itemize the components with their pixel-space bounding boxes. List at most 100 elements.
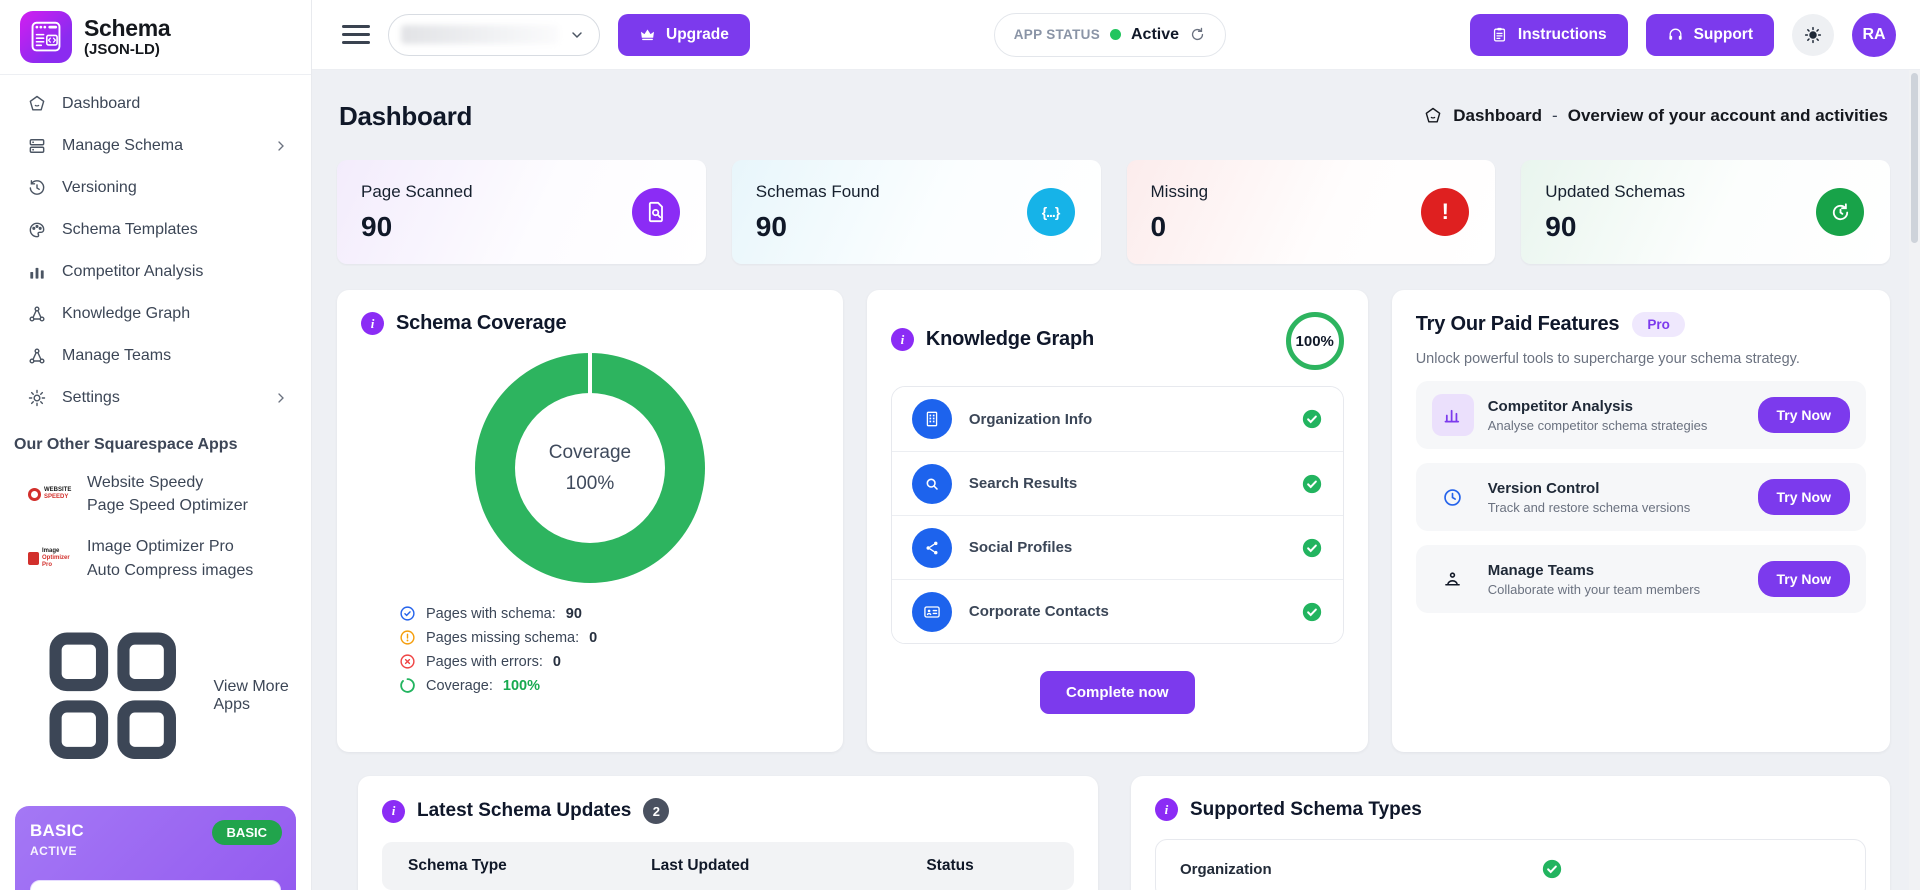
knowledge-graph-header: i Knowledge Graph 100%	[891, 312, 1344, 370]
image-optimizer-logo: ImageOptimizer Pro	[28, 548, 74, 569]
supported-type-label: Organization	[1180, 861, 1272, 878]
paid-features-subtitle: Unlock powerful tools to supercharge you…	[1416, 351, 1866, 367]
schema-coverage-header: i Schema Coverage	[361, 312, 819, 335]
store-select-dropdown[interactable]	[388, 14, 600, 56]
stat-label: Schemas Found	[756, 182, 1077, 202]
page-scrollbar[interactable]	[1909, 70, 1920, 890]
sidebar-item-versioning[interactable]: Versioning	[0, 167, 311, 209]
stat-label: Missing	[1151, 182, 1472, 202]
sidebar-item-manage-teams[interactable]: Manage Teams	[0, 335, 311, 377]
instructions-button[interactable]: Instructions	[1470, 14, 1628, 56]
kg-item-search-results[interactable]: Search Results	[892, 451, 1343, 515]
coverage-donut-wrap: Coverage 100%	[361, 353, 819, 583]
share-icon	[912, 528, 952, 568]
upgrade-button[interactable]: Upgrade	[618, 14, 750, 56]
support-button[interactable]: Support	[1646, 14, 1774, 56]
stat-label: Page Scanned	[361, 182, 682, 202]
sidebar-section-label: Our Other Squarespace Apps	[0, 419, 311, 462]
info-icon[interactable]: i	[891, 328, 914, 351]
app-link-label: Website SpeedyPage Speed Optimizer	[87, 471, 248, 517]
sidebar-item-settings[interactable]: Settings	[0, 377, 311, 419]
page-scan-icon	[632, 188, 680, 236]
latest-updates-title: Latest Schema Updates	[417, 800, 631, 822]
app-status-label: APP STATUS	[1014, 27, 1100, 42]
pro-badge: Pro	[1632, 312, 1685, 337]
paid-features-title: Try Our Paid Features	[1416, 313, 1620, 336]
crown-icon	[639, 26, 656, 43]
refresh-icon	[1816, 188, 1864, 236]
app-link-label: Image Optimizer ProAuto Compress images	[87, 535, 253, 581]
feature-desc: Track and restore schema versions	[1488, 500, 1691, 515]
try-now-button[interactable]: Try Now	[1758, 397, 1850, 433]
legend-pages-with-schema: Pages with schema:90	[399, 605, 819, 622]
support-label: Support	[1694, 26, 1753, 44]
website-speedy-logo: WEBSITESPEEDY	[28, 487, 74, 501]
supported-type-organization: Organization	[1180, 840, 1841, 890]
history-icon	[27, 178, 47, 198]
upgrade-plan-button[interactable]: Upgrade Plan	[30, 880, 281, 890]
headset-icon	[1667, 26, 1684, 43]
warning-circle-icon	[399, 629, 416, 646]
swirl-icon	[28, 488, 41, 501]
sidebar-item-schema-templates[interactable]: Schema Templates	[0, 209, 311, 251]
error-circle-icon	[399, 653, 416, 670]
app-status-pill: APP STATUS Active	[994, 13, 1226, 57]
updates-table-header: Schema Type Last Updated Status	[382, 842, 1074, 890]
teams-icon	[27, 346, 47, 366]
topbar: Upgrade APP STATUS Active Instructions S…	[312, 0, 1920, 70]
info-icon[interactable]: i	[382, 800, 405, 823]
info-icon[interactable]: i	[361, 312, 384, 335]
cards-row: i Schema Coverage Coverage 100%	[337, 290, 1890, 752]
sidebar-nav: Dashboard Manage Schema Versioning Schem…	[0, 75, 311, 419]
knowledge-graph-card: i Knowledge Graph 100% Organization Info	[867, 290, 1368, 752]
feature-desc: Collaborate with your team members	[1488, 582, 1700, 597]
kg-item-social-profiles[interactable]: Social Profiles	[892, 515, 1343, 579]
sidebar-item-manage-schema[interactable]: Manage Schema	[0, 125, 311, 167]
blurred-store-name	[401, 25, 559, 44]
stat-label: Updated Schemas	[1545, 182, 1866, 202]
kg-item-label: Organization Info	[969, 411, 1092, 428]
clipboard-icon	[1491, 26, 1508, 43]
chevron-down-icon	[569, 27, 585, 43]
sidebar-item-label: Dashboard	[62, 95, 140, 113]
hamburger-menu-icon[interactable]	[342, 25, 370, 44]
stat-card-schemas-found: Schemas Found 90 {...}	[732, 160, 1101, 264]
coverage-legend: Pages with schema:90 Pages missing schem…	[399, 605, 819, 694]
legend-coverage: Coverage:100%	[399, 677, 819, 694]
dashboard-content: Dashboard Dashboard - Overview of your a…	[312, 70, 1920, 890]
scrollbar-thumb[interactable]	[1911, 73, 1918, 243]
app-link-image-optimizer[interactable]: ImageOptimizer Pro Image Optimizer ProAu…	[0, 526, 311, 590]
json-braces-icon: {...}	[1027, 188, 1075, 236]
feature-title: Competitor Analysis	[1488, 398, 1708, 415]
try-now-button[interactable]: Try Now	[1758, 561, 1850, 597]
sidebar-item-view-more-apps[interactable]: View More Apps	[0, 597, 311, 795]
app-title-block: Schema (JSON-LD)	[84, 16, 170, 57]
building-icon	[912, 399, 952, 439]
theme-toggle-button[interactable]	[1792, 14, 1834, 56]
sidebar-item-competitor-analysis[interactable]: Competitor Analysis	[0, 251, 311, 293]
latest-schema-updates-card: i Latest Schema Updates 2 Schema Type La…	[358, 776, 1098, 890]
manage-schema-icon	[27, 136, 47, 156]
try-now-button[interactable]: Try Now	[1758, 479, 1850, 515]
chevron-right-icon	[273, 138, 289, 154]
info-icon[interactable]: i	[1155, 798, 1178, 821]
schema-coverage-title: Schema Coverage	[396, 312, 566, 335]
kg-item-organization-info[interactable]: Organization Info	[892, 387, 1343, 451]
knowledge-graph-title: Knowledge Graph	[926, 328, 1094, 351]
sidebar-item-dashboard[interactable]: Dashboard	[0, 83, 311, 125]
schema-coverage-card: i Schema Coverage Coverage 100%	[337, 290, 843, 752]
kg-item-label: Search Results	[969, 475, 1077, 492]
refresh-status-icon[interactable]	[1189, 26, 1206, 43]
sidebar-item-label: Knowledge Graph	[62, 305, 190, 323]
supported-types-list: Organization	[1155, 839, 1866, 890]
app-link-website-speedy[interactable]: WEBSITESPEEDY Website SpeedyPage Speed O…	[0, 462, 311, 526]
kg-item-corporate-contacts[interactable]: Corporate Contacts	[892, 579, 1343, 643]
coverage-ring-icon	[399, 677, 416, 694]
app-subtitle: (JSON-LD)	[84, 41, 170, 58]
complete-now-button[interactable]: Complete now	[1040, 671, 1195, 714]
avatar[interactable]: RA	[1852, 13, 1896, 57]
sidebar-item-knowledge-graph[interactable]: Knowledge Graph	[0, 293, 311, 335]
network-icon	[27, 304, 47, 324]
app-status-value: Active	[1131, 26, 1179, 44]
app-logo[interactable]: Schema (JSON-LD)	[0, 0, 311, 75]
